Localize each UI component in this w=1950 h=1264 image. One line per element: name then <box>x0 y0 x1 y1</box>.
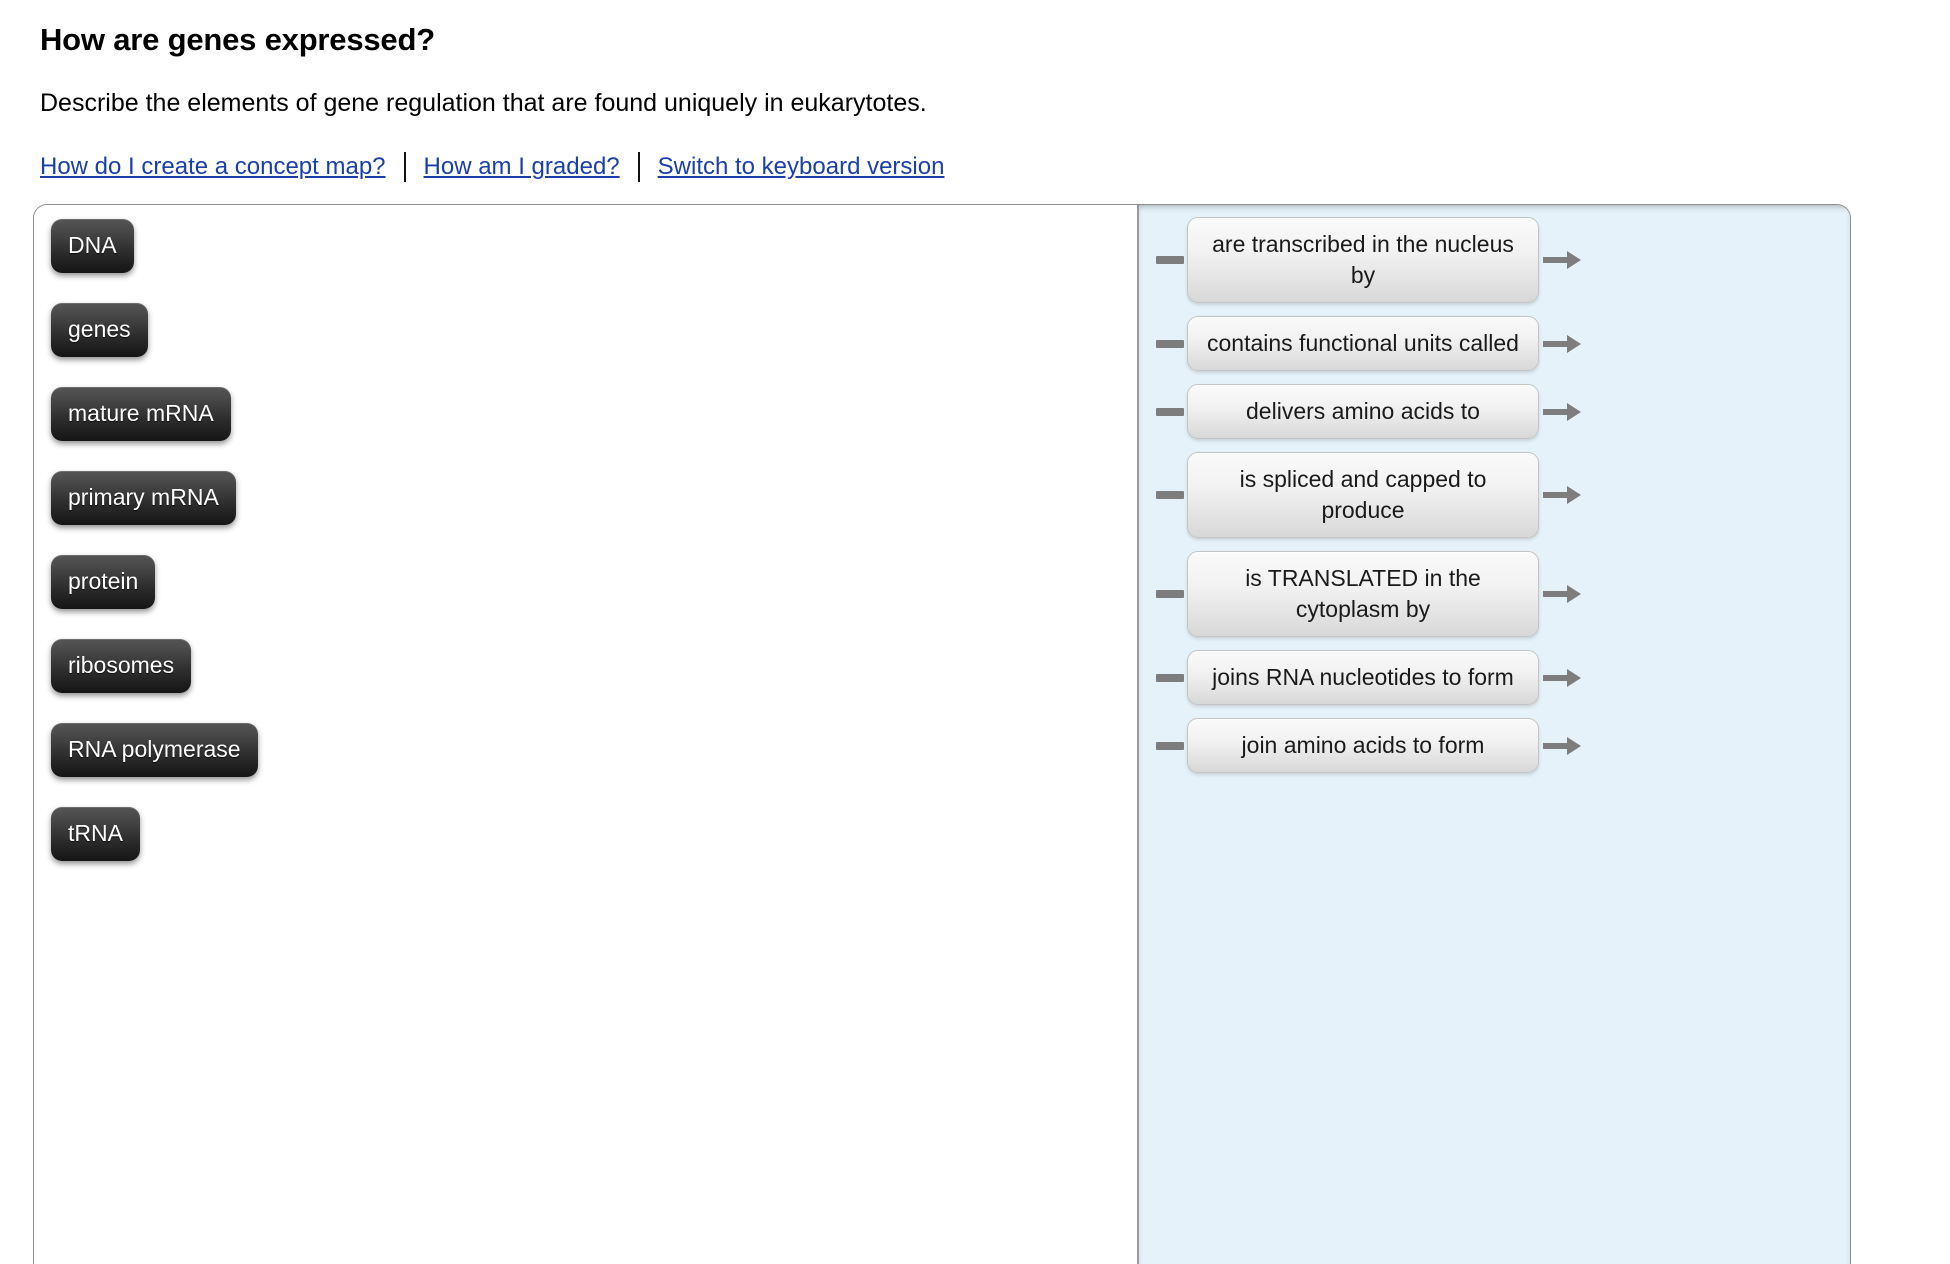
connector-dash-icon <box>1156 339 1184 348</box>
connector-dash-icon <box>1156 491 1184 500</box>
arrow-right-icon <box>1543 668 1581 687</box>
arrow-right-icon <box>1543 486 1581 505</box>
phrase-row: is spliced and capped to produce <box>1139 452 1850 539</box>
phrase-card-contains-functional-units[interactable]: contains functional units called <box>1187 316 1539 372</box>
connector-dash-icon <box>1156 673 1184 682</box>
phrase-row: contains functional units called <box>1139 316 1850 372</box>
arrow-right-icon <box>1543 251 1581 270</box>
arrow-right-icon <box>1543 334 1581 353</box>
phrase-card-list: are transcribed in the nucleus by contai… <box>1139 217 1850 786</box>
concept-node-rna-polymerase[interactable]: RNA polymerase <box>51 723 258 777</box>
phrase-row: join amino acids to form <box>1139 718 1850 774</box>
phrase-card-joins-rna-nucleotides[interactable]: joins RNA nucleotides to form <box>1187 650 1539 706</box>
phrase-bank-pane: are transcribed in the nucleus by contai… <box>1137 205 1850 1264</box>
connector-dash-icon <box>1156 741 1184 750</box>
link-switch-to-keyboard-version[interactable]: Switch to keyboard version <box>658 153 945 181</box>
phrase-row: are transcribed in the nucleus by <box>1139 217 1850 304</box>
concept-node-mature-mrna[interactable]: mature mRNA <box>51 387 231 441</box>
concept-map-workspace: DNA genes mature mRNA primary mRNA prote… <box>33 204 1851 1264</box>
phrase-row: delivers amino acids to <box>1139 384 1850 440</box>
phrase-card-translated-in-cytoplasm[interactable]: is TRANSLATED in the cytoplasm by <box>1187 551 1539 638</box>
phrase-row: joins RNA nucleotides to form <box>1139 650 1850 706</box>
concept-node-trna[interactable]: tRNA <box>51 807 140 861</box>
concept-node-list: DNA genes mature mRNA primary mRNA prote… <box>51 219 258 891</box>
arrow-right-icon <box>1543 585 1581 604</box>
link-how-am-i-graded[interactable]: How am I graded? <box>424 153 620 181</box>
page-title: How are genes expressed? <box>40 22 435 57</box>
arrow-right-icon <box>1543 402 1581 421</box>
concept-map-canvas[interactable]: DNA genes mature mRNA primary mRNA prote… <box>34 205 1137 1264</box>
link-separator <box>403 152 406 182</box>
concept-node-primary-mrna[interactable]: primary mRNA <box>51 471 236 525</box>
phrase-card-spliced-and-capped[interactable]: is spliced and capped to produce <box>1187 452 1539 539</box>
connector-dash-icon <box>1156 407 1184 416</box>
phrase-card-transcribed-in-nucleus[interactable]: are transcribed in the nucleus by <box>1187 217 1539 304</box>
page-header: How are genes expressed? Describe the el… <box>0 0 1950 182</box>
concept-node-protein[interactable]: protein <box>51 555 156 609</box>
link-separator <box>637 152 640 182</box>
concept-node-dna[interactable]: DNA <box>51 219 134 273</box>
connector-dash-icon <box>1156 256 1184 265</box>
concept-node-ribosomes[interactable]: ribosomes <box>51 639 192 693</box>
link-how-to-create-concept-map[interactable]: How do I create a concept map? <box>40 153 386 181</box>
page-subtitle: Describe the elements of gene regulation… <box>40 89 927 117</box>
arrow-right-icon <box>1543 736 1581 755</box>
phrase-row: is TRANSLATED in the cytoplasm by <box>1139 551 1850 638</box>
phrase-card-delivers-amino-acids[interactable]: delivers amino acids to <box>1187 384 1539 440</box>
help-link-bar: How do I create a concept map? How am I … <box>40 152 1950 182</box>
concept-node-genes[interactable]: genes <box>51 303 148 357</box>
connector-dash-icon <box>1156 590 1184 599</box>
phrase-card-join-amino-acids[interactable]: join amino acids to form <box>1187 718 1539 774</box>
